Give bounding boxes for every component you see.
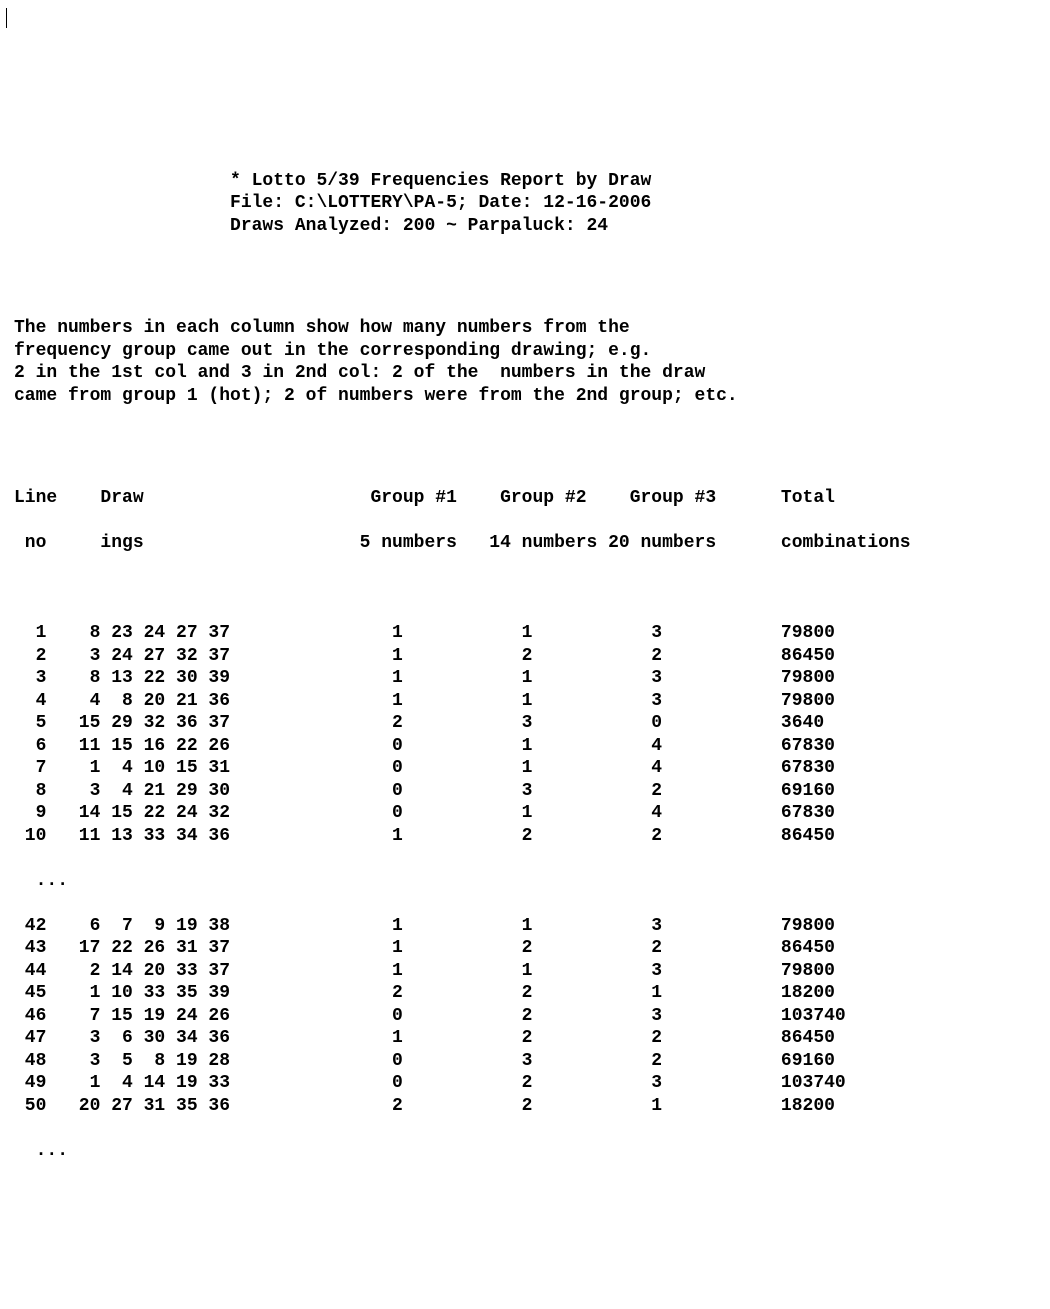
table-row: 10 11 13 33 34 36 1 2 2 86450 xyxy=(14,825,1036,848)
header-line-3: Draws Analyzed: 200 ~ Parpaluck: 24 xyxy=(230,216,608,236)
table-row: 50 20 27 31 35 36 2 2 1 18200 xyxy=(14,1095,1036,1118)
table-row: 44 2 14 20 33 37 1 1 3 79800 xyxy=(14,960,1036,983)
table-row: 9 14 15 22 24 32 0 1 4 67830 xyxy=(14,802,1036,825)
report-header: * Lotto 5/39 Frequencies Report by Draw … xyxy=(230,147,1036,237)
table-row: 6 11 15 16 22 26 0 1 4 67830 xyxy=(14,735,1036,758)
table-row: 5 15 29 32 36 37 2 3 0 3640 xyxy=(14,712,1036,735)
header-line-2: File: C:\LOTTERY\PA-5; Date: 12-16-2006 xyxy=(230,193,651,213)
ellipsis: ... xyxy=(36,871,68,891)
table-row: 47 3 6 30 34 36 1 2 2 86450 xyxy=(14,1027,1036,1050)
table-row: 42 6 7 9 19 38 1 1 3 79800 xyxy=(14,915,1036,938)
table-row: 7 1 4 10 15 31 0 1 4 67830 xyxy=(14,757,1036,780)
table-row: 45 1 10 33 35 39 2 2 1 18200 xyxy=(14,982,1036,1005)
header-row-1: Line Draw Group #1 Group #2 Group #3 Tot… xyxy=(14,487,1036,510)
intro-line-3: 2 in the 1st col and 3 in 2nd col: 2 of … xyxy=(14,363,705,383)
ellipsis-row: ... xyxy=(14,1140,1036,1163)
table-row: 2 3 24 27 32 37 1 2 2 86450 xyxy=(14,645,1036,668)
table-row: 3 8 13 22 30 39 1 1 3 79800 xyxy=(14,667,1036,690)
table-row: 4 4 8 20 21 36 1 1 3 79800 xyxy=(14,690,1036,713)
table-row: 43 17 22 26 31 37 1 2 2 86450 xyxy=(14,937,1036,960)
header-row-2: no ings 5 numbers 14 numbers 20 numbers … xyxy=(14,532,1036,555)
text-cursor xyxy=(6,8,7,28)
intro-line-1: The numbers in each column show how many… xyxy=(14,318,630,338)
blank-row xyxy=(14,577,1036,600)
header-line-1: * Lotto 5/39 Frequencies Report by Draw xyxy=(230,171,651,191)
frequency-table: Line Draw Group #1 Group #2 Group #3 Tot… xyxy=(14,465,1036,1185)
ellipsis-row: ... xyxy=(14,870,1036,893)
table-row: 1 8 23 24 27 37 1 1 3 79800 xyxy=(14,622,1036,645)
intro-line-4: came from group 1 (hot); 2 of numbers we… xyxy=(14,386,738,406)
intro-text: The numbers in each column show how many… xyxy=(14,295,1036,408)
intro-line-2: frequency group came out in the correspo… xyxy=(14,341,651,361)
table-row: 8 3 4 21 29 30 0 3 2 69160 xyxy=(14,780,1036,803)
table-row: 46 7 15 19 24 26 0 2 3 103740 xyxy=(14,1005,1036,1028)
table-row: 48 3 5 8 19 28 0 3 2 69160 xyxy=(14,1050,1036,1073)
table-row: 49 1 4 14 19 33 0 2 3 103740 xyxy=(14,1072,1036,1095)
ellipsis: ... xyxy=(36,1141,68,1161)
